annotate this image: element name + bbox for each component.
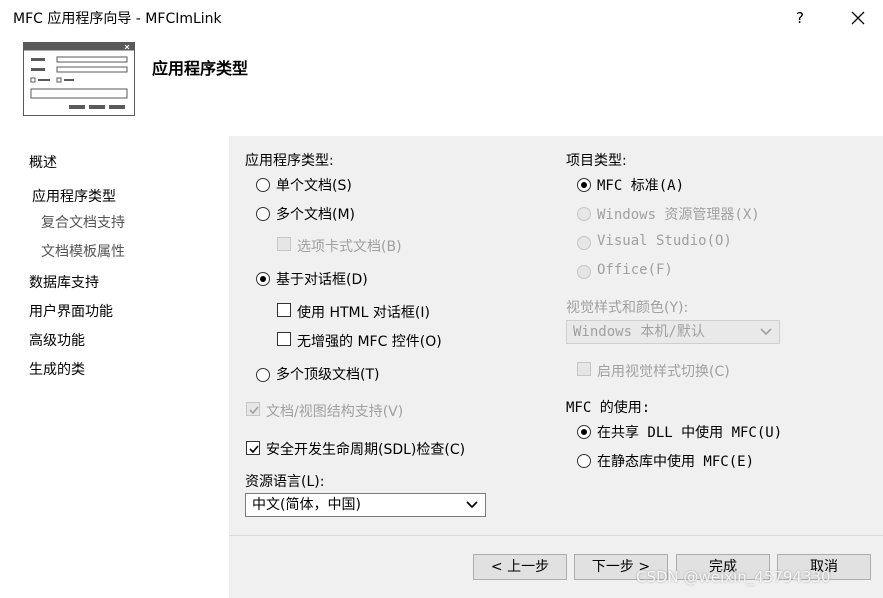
window-title: MFC 应用程序向导 - MFCImLink: [13, 11, 222, 27]
dialog-based-radio[interactable]: [256, 272, 270, 286]
multi-toplevel-label[interactable]: 多个顶级文档(T): [276, 364, 379, 384]
dialog-window-icon: [23, 42, 135, 116]
shared-dll-label[interactable]: 在共享 DLL 中使用 MFC(U): [597, 422, 782, 442]
use-html-dialog-checkbox[interactable]: [277, 303, 291, 317]
nav-item-advanced[interactable]: 高级功能: [29, 330, 85, 350]
chevron-down-icon: [466, 501, 478, 509]
visual-style-value: Windows 本机/默认: [573, 324, 705, 340]
no-enhanced-mfc-label[interactable]: 无增强的 MFC 控件(O): [297, 331, 442, 351]
multi-doc-radio[interactable]: [256, 207, 270, 221]
watermark-text: CSDN @weixin_45794330: [636, 568, 831, 586]
visual-style-label: 视觉样式和颜色(Y):: [566, 300, 689, 316]
nav-item-generated-classes[interactable]: 生成的类: [29, 359, 85, 379]
use-html-dialog-label[interactable]: 使用 HTML 对话框(I): [297, 302, 430, 322]
title-bar: MFC 应用程序向导 - MFCImLink ?: [0, 0, 883, 36]
resource-lang-value: 中文(简体，中国): [252, 497, 361, 513]
no-enhanced-mfc-checkbox[interactable]: [277, 332, 291, 346]
nav-item-compound-doc[interactable]: 复合文档支持: [41, 212, 125, 232]
static-lib-label[interactable]: 在静态库中使用 MFC(E): [597, 451, 754, 471]
single-doc-label[interactable]: 单个文档(S): [276, 175, 352, 195]
sdl-check-label[interactable]: 安全开发生命周期(SDL)检查(C): [266, 439, 465, 459]
visual-style-select[interactable]: Windows 本机/默认: [566, 320, 780, 344]
tabbed-docs-checkbox[interactable]: [277, 237, 291, 251]
enable-style-switch-checkbox[interactable]: [577, 362, 591, 376]
nav-item-database[interactable]: 数据库支持: [29, 272, 99, 292]
back-button[interactable]: < 上一步: [473, 554, 567, 580]
button-divider: [229, 535, 883, 536]
visual-studio-radio[interactable]: [577, 236, 591, 250]
office-label: Office(F): [597, 262, 673, 278]
single-doc-radio[interactable]: [256, 178, 270, 192]
nav-item-doc-template[interactable]: 文档模板属性: [41, 241, 125, 261]
close-icon: [851, 11, 865, 25]
mfc-use-heading: MFC 的使用:: [566, 400, 651, 416]
chevron-down-icon: [760, 328, 772, 336]
multi-doc-label[interactable]: 多个文档(M): [276, 204, 355, 224]
resource-lang-select[interactable]: 中文(简体，中国): [245, 493, 486, 517]
windows-explorer-radio[interactable]: [577, 207, 591, 221]
nav-item-app-type[interactable]: 应用程序类型: [32, 186, 116, 206]
enable-style-switch-label: 启用视觉样式切换(C): [597, 364, 730, 380]
checkmark-icon: [249, 445, 259, 454]
resource-lang-label: 资源语言(L):: [245, 474, 325, 490]
static-lib-radio[interactable]: [577, 454, 591, 468]
doc-view-checkbox[interactable]: [246, 402, 260, 416]
help-button[interactable]: ?: [788, 6, 812, 30]
dialog-based-label[interactable]: 基于对话框(D): [276, 269, 368, 289]
tabbed-docs-label: 选项卡式文档(B): [297, 239, 402, 255]
mfc-standard-radio[interactable]: [577, 178, 591, 192]
app-type-heading: 应用程序类型:: [245, 153, 334, 169]
project-type-heading: 项目类型:: [566, 153, 627, 169]
office-radio[interactable]: [577, 265, 591, 279]
shared-dll-radio[interactable]: [577, 425, 591, 439]
close-button[interactable]: [846, 6, 870, 30]
visual-studio-label: Visual Studio(O): [597, 233, 732, 249]
doc-view-label: 文档/视图结构支持(V): [266, 404, 404, 420]
page-title: 应用程序类型: [152, 59, 249, 78]
mfc-standard-label[interactable]: MFC 标准(A): [597, 175, 684, 195]
nav-item-overview[interactable]: 概述: [29, 152, 57, 172]
windows-explorer-label: Windows 资源管理器(X): [597, 207, 760, 223]
multi-toplevel-radio[interactable]: [256, 368, 270, 382]
nav-item-ui-features[interactable]: 用户界面功能: [29, 301, 113, 321]
wizard-nav: 概述 应用程序类型 复合文档支持 文档模板属性 数据库支持 用户界面功能 高级功…: [0, 136, 228, 598]
sdl-check-checkbox[interactable]: [246, 441, 260, 455]
checkmark-icon: [249, 406, 259, 415]
